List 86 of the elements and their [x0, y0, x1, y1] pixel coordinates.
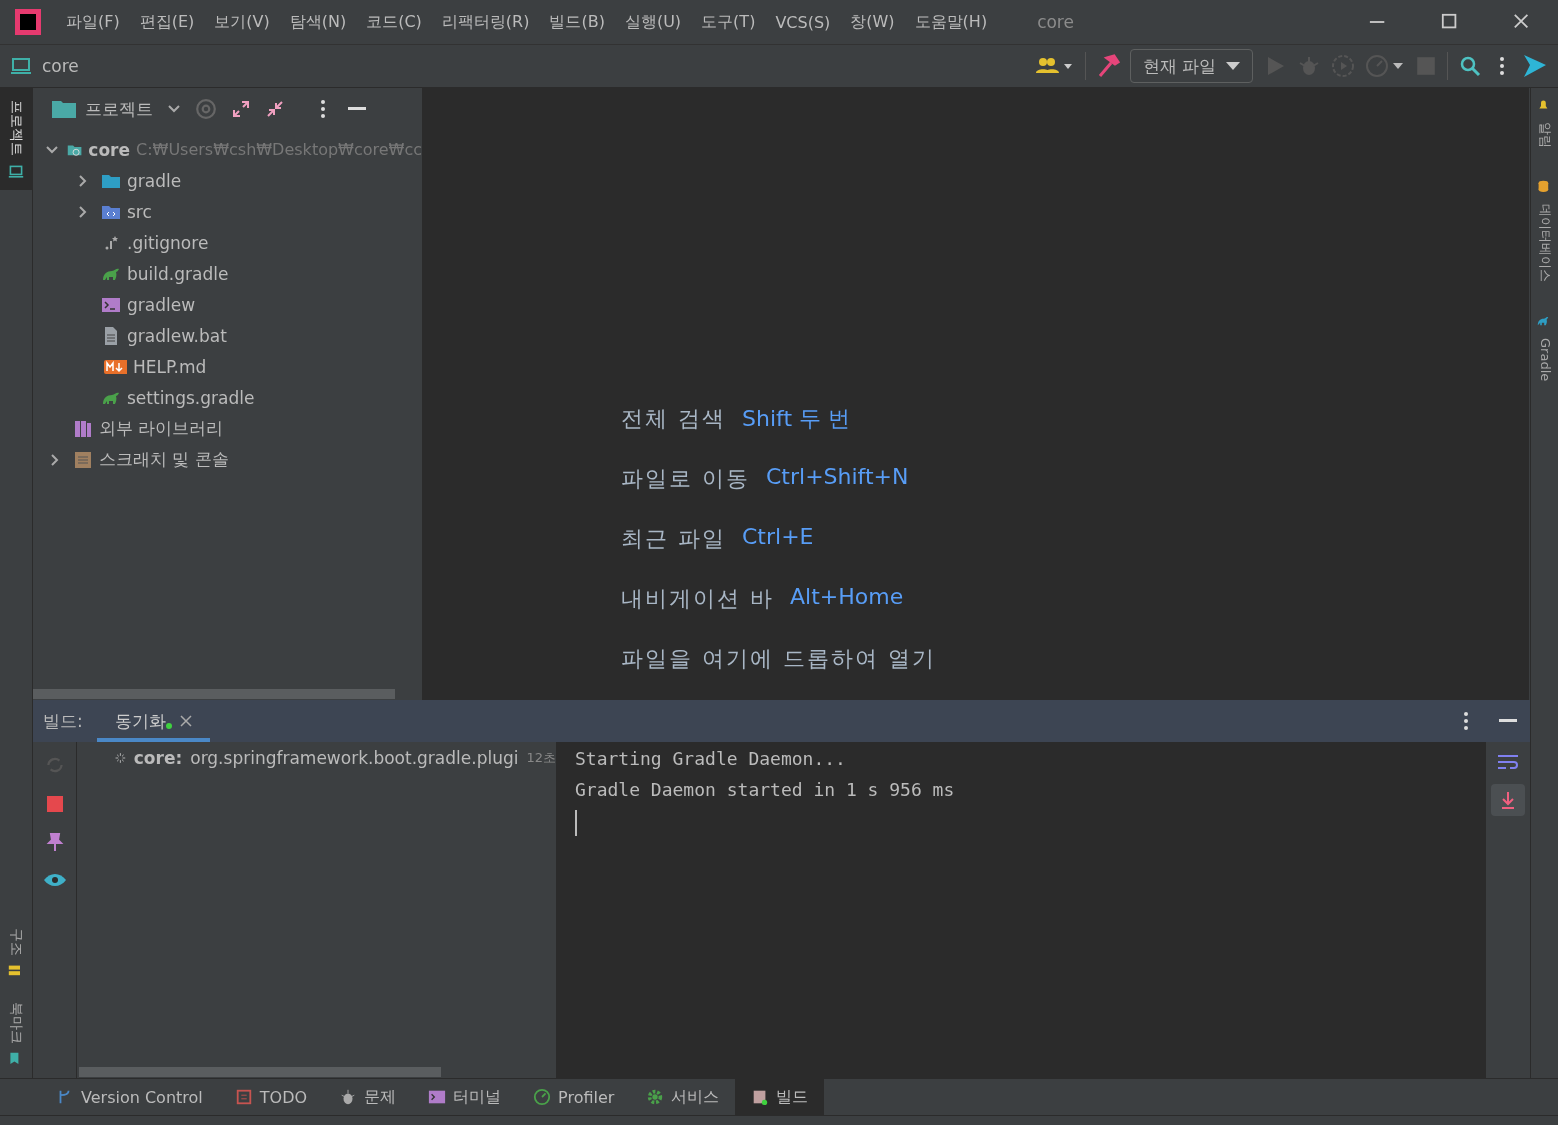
hint-label: 파일을 여기에 드롭하여 열기 — [621, 645, 936, 673]
gear-icon — [646, 1088, 665, 1106]
scrollbar[interactable] — [33, 689, 395, 699]
tool-window-button[interactable]: 빌드 — [735, 1079, 825, 1115]
tree-item[interactable]: 외부 라이브러리 — [99, 417, 224, 440]
menu-item[interactable]: 코드(C) — [356, 11, 432, 33]
scroll-to-end-button[interactable] — [1491, 784, 1525, 816]
tree-item[interactable]: HELP.md — [133, 356, 207, 377]
gauge-icon[interactable] — [1365, 54, 1405, 78]
tool-window-tab[interactable]: 알림 — [1531, 88, 1558, 160]
laptop-icon — [10, 57, 32, 75]
users-icon[interactable] — [1034, 56, 1075, 76]
tool-window-tab[interactable]: Gradle — [1531, 304, 1558, 394]
console-line: Starting Gradle Daemon... — [575, 748, 847, 769]
tool-window-tab[interactable]: 프로젝트 — [0, 88, 32, 190]
maximize-icon[interactable] — [1441, 13, 1459, 31]
tool-window-button[interactable]: 터미널 — [412, 1079, 518, 1115]
close-icon[interactable] — [1513, 13, 1531, 31]
close-icon[interactable] — [179, 715, 192, 727]
library-icon — [73, 418, 93, 439]
tool-window-button[interactable]: 서비스 — [630, 1079, 736, 1115]
pin-icon[interactable] — [44, 832, 65, 852]
shortcut-text: Alt+Home — [790, 584, 904, 611]
expand-icon[interactable] — [231, 99, 251, 119]
scrollbar[interactable] — [79, 1067, 441, 1077]
gauge-icon — [533, 1088, 552, 1106]
run-config-dropdown[interactable]: 현재 파일 — [1129, 49, 1253, 83]
menu-item[interactable]: 보기(V) — [204, 11, 280, 33]
menu-item[interactable]: 창(W) — [840, 11, 905, 33]
tree-item[interactable]: gradlew — [127, 294, 196, 315]
tree-item[interactable]: gradle — [127, 170, 182, 191]
caret-icon — [1226, 61, 1240, 71]
tree-item[interactable]: .gitignore — [127, 232, 209, 253]
tool-window-tab[interactable]: 구조 — [0, 916, 32, 990]
hint-label: 최근 파일 — [621, 525, 726, 553]
tree-item[interactable]: src — [127, 201, 152, 222]
tree-item[interactable]: core — [88, 139, 130, 160]
task-module: core: — [133, 748, 183, 768]
tool-window-tab[interactable]: 북마크 — [0, 990, 32, 1078]
tree-item[interactable]: settings.gradle — [127, 387, 255, 408]
menu-item[interactable]: 도구(T) — [691, 11, 766, 33]
menu-item[interactable]: 빌드(B) — [539, 11, 615, 33]
task-text[interactable]: org.springframework.boot.gradle.plugi — [190, 748, 519, 768]
text-cursor — [575, 810, 577, 836]
tool-window-button[interactable]: Profiler — [517, 1079, 631, 1115]
panel-title: 프로젝트 — [85, 97, 153, 121]
menu-item[interactable]: 리팩터링(R) — [431, 11, 540, 33]
code-with-me-icon[interactable] — [1522, 53, 1548, 79]
menu-item[interactable]: 파일(F) — [56, 11, 130, 33]
tree-item[interactable]: gradlew.bat — [127, 325, 227, 346]
hint-label: 내비게이션 바 — [621, 585, 774, 613]
build-icon — [751, 1088, 770, 1106]
hint-label: 전체 검색 — [621, 405, 726, 433]
collapse-icon[interactable] — [265, 99, 285, 119]
shortcut-text: Shift 두 번 — [742, 405, 850, 433]
console-line: Gradle Daemon started in 1 s 956 ms — [575, 779, 956, 800]
shortcut-text: Ctrl+Shift+N — [766, 464, 909, 491]
menu-item[interactable]: 실행(U) — [614, 11, 692, 33]
task-time: 12초 — [526, 749, 556, 767]
tool-window-button[interactable]: 문제 — [323, 1079, 413, 1115]
arrow-down-icon — [1500, 790, 1516, 810]
search-icon[interactable] — [1458, 54, 1482, 78]
menu-item[interactable]: VCS(S) — [765, 12, 841, 32]
wrap-icon[interactable] — [1496, 752, 1520, 772]
hint-label: 파일로 이동 — [621, 465, 750, 493]
tree-item[interactable]: 스크래치 및 콘솔 — [99, 448, 229, 471]
list-icon — [234, 1088, 253, 1106]
panel-title: 빌드: — [43, 709, 83, 733]
terminal-icon — [428, 1088, 447, 1106]
menu-item[interactable]: 편집(E) — [129, 11, 205, 33]
tool-window-tab[interactable]: 데이터베이스 — [1531, 170, 1558, 294]
stop-icon[interactable] — [44, 794, 65, 814]
laptop-icon — [7, 164, 25, 180]
tool-window-button[interactable]: Version Control — [40, 1079, 219, 1115]
menu-item[interactable]: 도움말(H) — [904, 11, 998, 33]
folder-icon — [51, 98, 77, 120]
window-title: core — [1037, 12, 1075, 32]
menu-item[interactable]: 탐색(N) — [279, 11, 357, 33]
status-dot-icon — [165, 722, 172, 729]
tool-window-button[interactable]: TODO — [218, 1079, 324, 1115]
shortcut-text: Ctrl+E — [742, 524, 814, 551]
tree-item[interactable]: build.gradle — [127, 263, 229, 284]
app-logo-icon — [14, 8, 42, 36]
breadcrumb[interactable]: core — [42, 56, 79, 76]
scratch-icon — [73, 449, 93, 470]
path-text: C:₩Users₩csh₩Desktop₩core₩cc — [136, 140, 422, 159]
